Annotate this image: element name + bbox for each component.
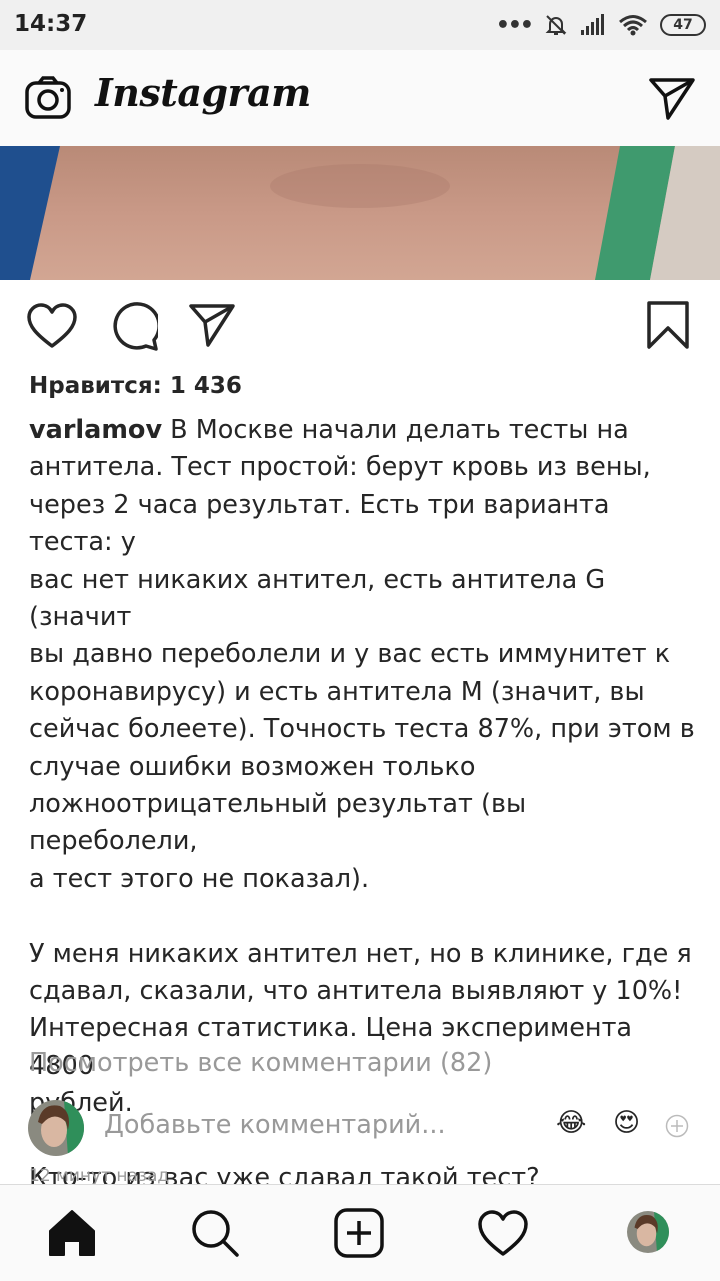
- share-icon[interactable]: [188, 302, 236, 348]
- caption-line: коронавирусу) и есть антитела М (значит,…: [29, 676, 645, 707]
- caption-line: через 2 часа результат. Есть три вариант…: [29, 489, 610, 558]
- activity-heart-icon[interactable]: [477, 1207, 529, 1259]
- direct-message-icon[interactable]: [648, 76, 696, 120]
- likes-count[interactable]: Нравится: 1 436: [29, 373, 242, 399]
- caption-line: а тест этого не показал).: [29, 863, 370, 894]
- app-header: Instagram: [0, 50, 720, 146]
- add-emoji-plus-icon[interactable]: [665, 1114, 689, 1138]
- more-dots-icon: •••: [495, 12, 534, 38]
- caption-line: антитела. Тест простой: берут кровь из в…: [29, 452, 651, 483]
- bookmark-icon[interactable]: [646, 300, 690, 350]
- caption-line: вы давно переболели и у вас есть иммунит…: [29, 639, 671, 670]
- caption-line: случае ошибки возможен только: [29, 751, 476, 782]
- quick-emoji-laugh[interactable]: 😂: [556, 1108, 586, 1138]
- post-caption: varlamov В Москве начали делать тесты на…: [29, 412, 699, 1198]
- status-time: 14:37: [14, 11, 88, 37]
- wifi-icon: [619, 15, 647, 36]
- caption-line: сейчас болеете). Точность теста 87%, при…: [29, 714, 695, 745]
- comment-input[interactable]: Добавьте комментарий...: [104, 1110, 446, 1140]
- camera-icon[interactable]: [24, 74, 72, 122]
- add-comment-row: Добавьте комментарий... 😂 😍: [0, 1098, 720, 1158]
- caption-line: У меня никаких антител нет, но в клинике…: [29, 938, 692, 969]
- post-photo: [0, 146, 720, 280]
- post-actions: [0, 280, 720, 370]
- quick-emoji-heart-eyes[interactable]: 😍: [613, 1108, 640, 1138]
- avatar: [28, 1100, 84, 1156]
- search-icon[interactable]: [189, 1207, 241, 1259]
- status-icons: ••• 47: [496, 10, 706, 40]
- signal-icon: [581, 14, 604, 35]
- post-image[interactable]: [0, 146, 720, 280]
- notifications-muted-icon: [545, 15, 567, 35]
- status-bar: 14:37 ••• 47: [0, 0, 720, 50]
- caption-line: сдавал, сказали, что антитела выявляют у…: [29, 976, 683, 1007]
- caption-line: ложноотрицательный результат (вы перебол…: [29, 789, 527, 857]
- battery-level: 47: [673, 17, 693, 33]
- battery-indicator: 47: [660, 14, 706, 36]
- bottom-nav: [0, 1184, 720, 1281]
- post-timestamp: 12 минут назад: [29, 1166, 170, 1186]
- comment-icon[interactable]: [108, 302, 158, 352]
- caption-line: В Москве начали делать тесты на: [162, 415, 629, 445]
- app-logo: Instagram: [95, 70, 311, 115]
- add-post-icon[interactable]: [333, 1207, 385, 1259]
- profile-avatar[interactable]: [627, 1211, 669, 1253]
- home-icon[interactable]: [46, 1207, 98, 1259]
- view-all-comments-link[interactable]: Посмотреть все комментарии (82): [29, 1048, 492, 1078]
- caption-line: вас нет никаких антител, есть антитела G…: [29, 564, 606, 633]
- caption-username[interactable]: varlamov: [29, 415, 162, 445]
- heart-icon[interactable]: [26, 302, 78, 350]
